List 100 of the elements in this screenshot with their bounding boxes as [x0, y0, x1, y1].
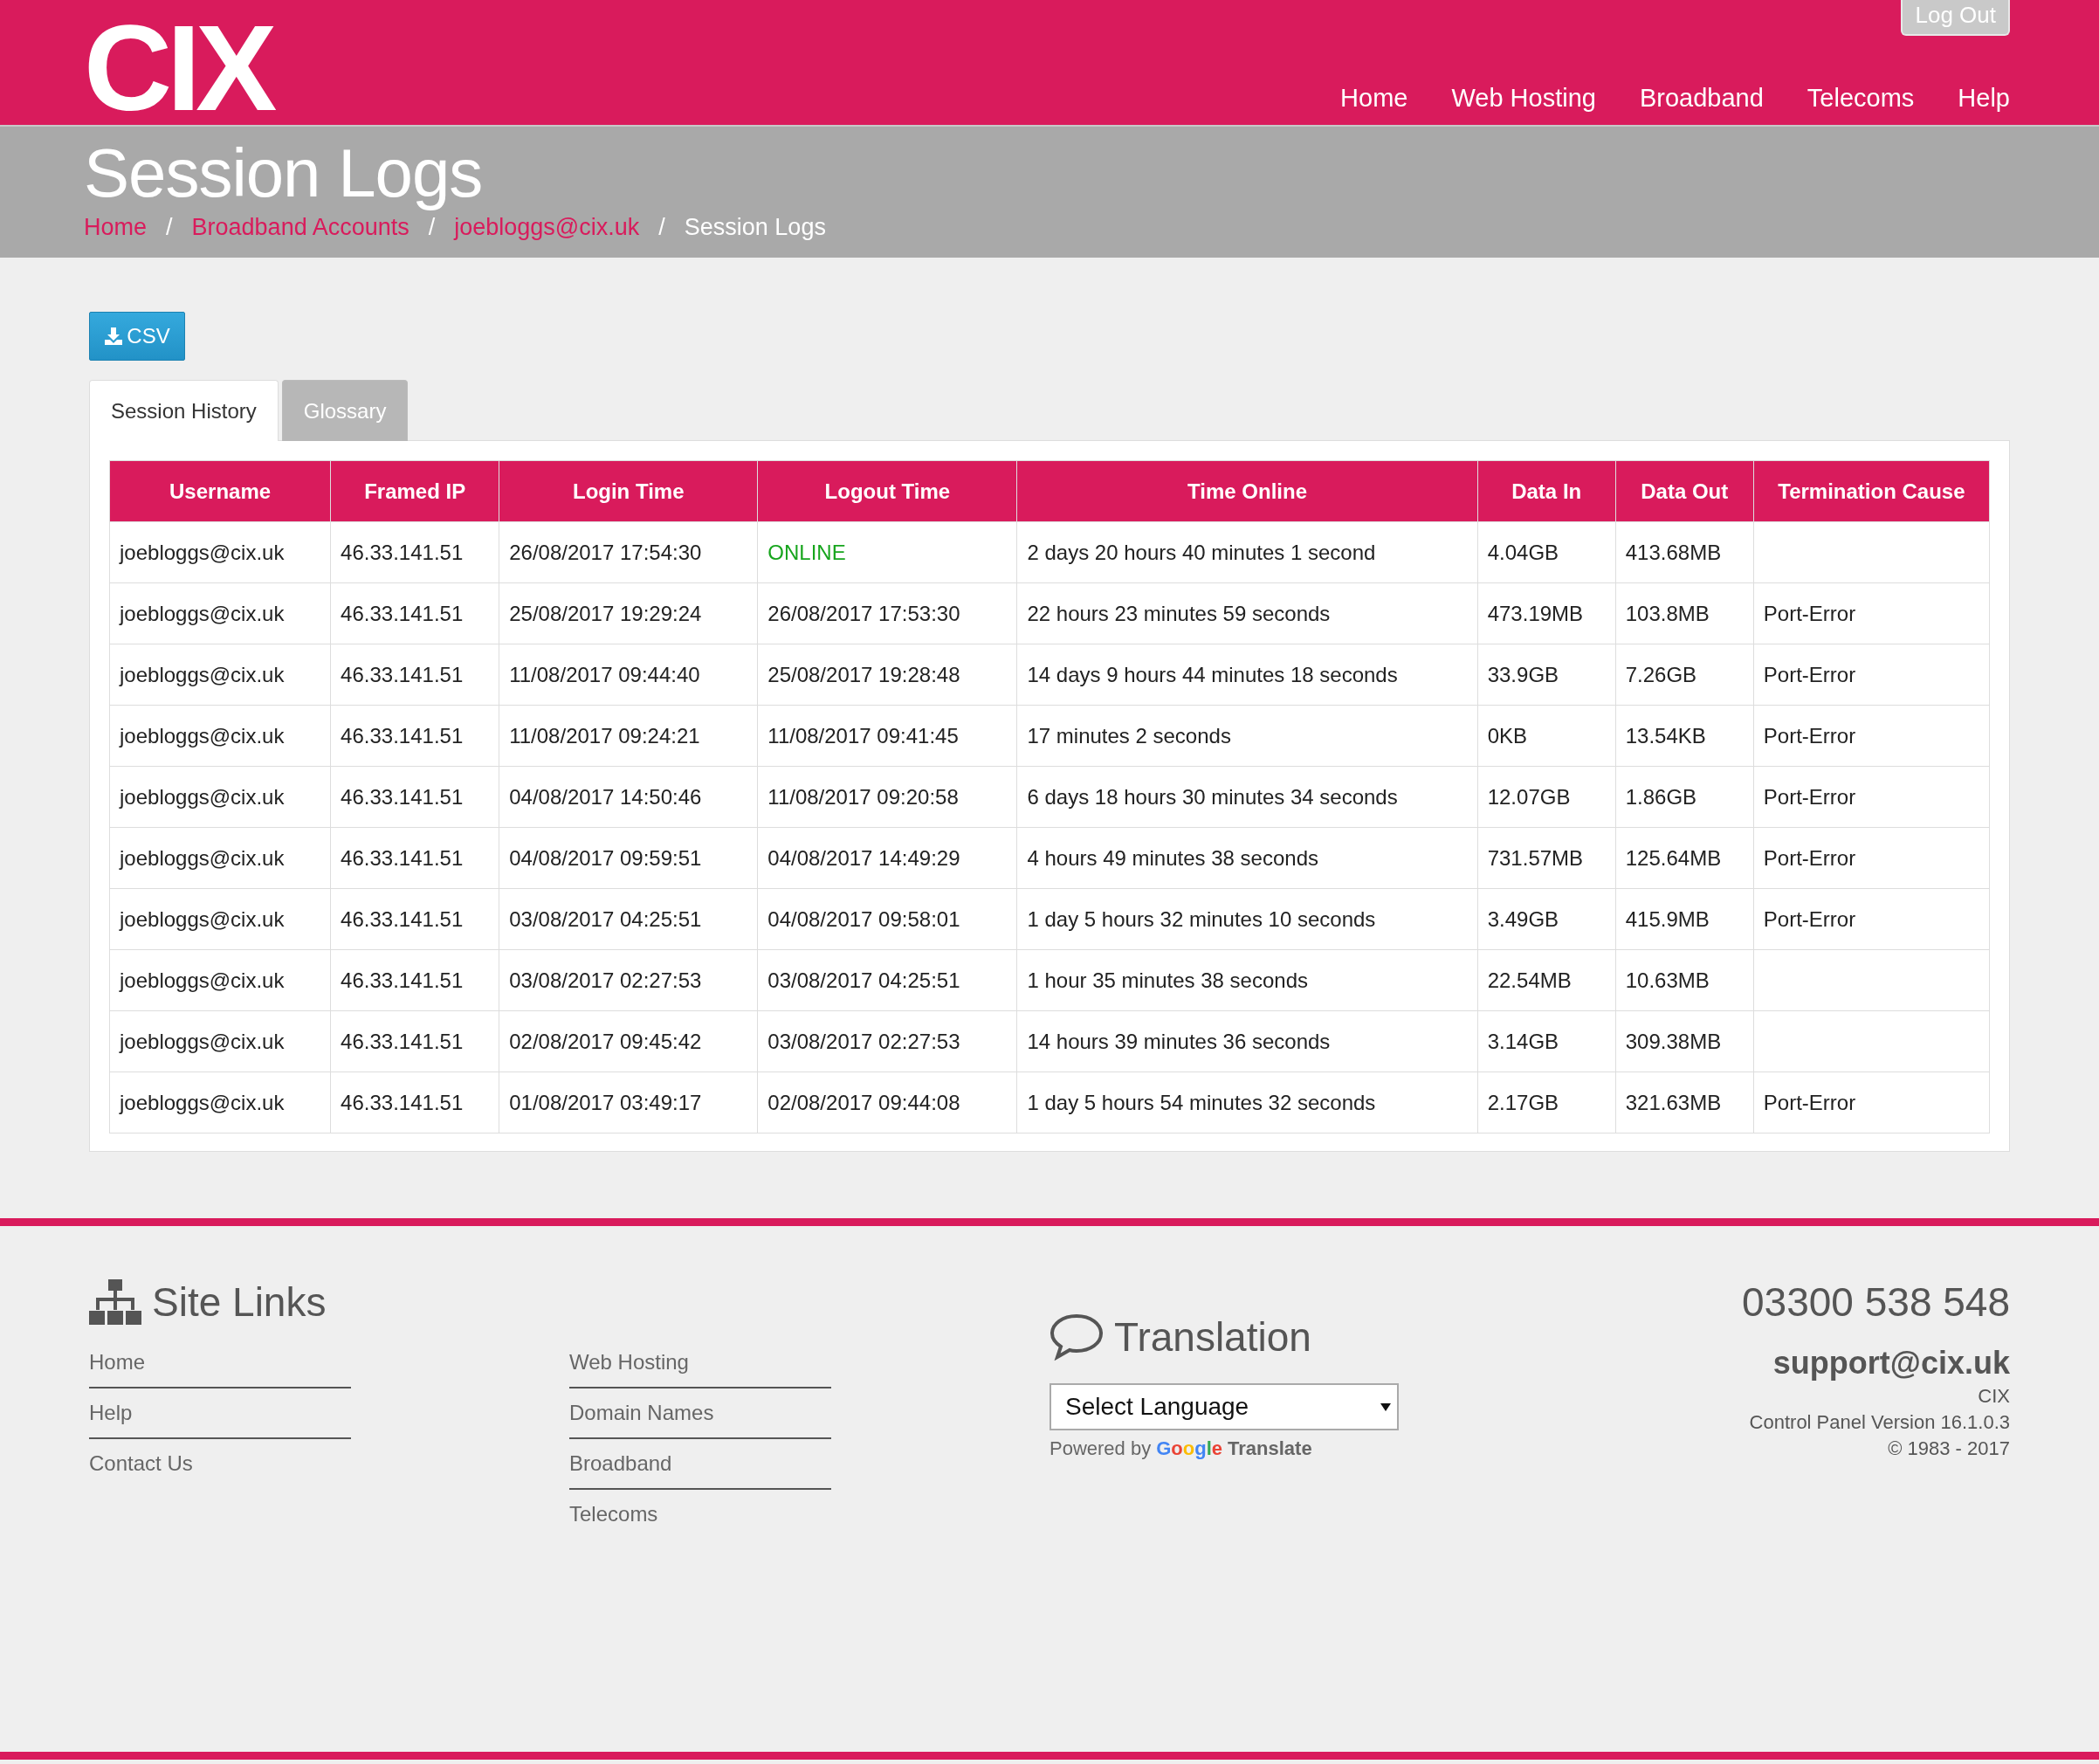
- table-cell: 7.26GB: [1615, 644, 1754, 706]
- column-header: Data Out: [1615, 460, 1754, 522]
- nav-link[interactable]: Telecoms: [1807, 84, 1915, 113]
- table-cell: 03/08/2017 04:25:51: [499, 888, 758, 950]
- logo: CIX: [84, 7, 272, 125]
- table-cell: Port-Error: [1753, 1071, 1990, 1134]
- table-cell: 473.19MB: [1477, 582, 1616, 644]
- table-cell: 04/08/2017 14:49:29: [757, 827, 1017, 889]
- table-cell: 46.33.141.51: [330, 582, 499, 644]
- table-cell: Port-Error: [1753, 827, 1990, 889]
- table-cell: 1 day 5 hours 54 minutes 32 seconds: [1016, 1071, 1478, 1134]
- table-cell: 46.33.141.51: [330, 1010, 499, 1072]
- table-cell: joebloggs@cix.uk: [109, 1010, 331, 1072]
- table-cell: 46.33.141.51: [330, 888, 499, 950]
- table-cell: 1 day 5 hours 32 minutes 10 seconds: [1016, 888, 1478, 950]
- table-cell: 125.64MB: [1615, 827, 1754, 889]
- table-cell: 46.33.141.51: [330, 1071, 499, 1134]
- table-cell: 03/08/2017 02:27:53: [499, 949, 758, 1011]
- table-cell: 11/08/2017 09:20:58: [757, 766, 1017, 828]
- phone-number: 03300 538 548: [1742, 1278, 2010, 1326]
- google-logo: Google: [1156, 1437, 1223, 1460]
- footer-link[interactable]: Contact Us: [89, 1439, 351, 1476]
- csv-download-button[interactable]: CSV: [89, 312, 185, 361]
- table-cell: 321.63MB: [1615, 1071, 1754, 1134]
- table-cell: 25/08/2017 19:29:24: [499, 582, 758, 644]
- table-cell: 2 days 20 hours 40 minutes 1 second: [1016, 521, 1478, 583]
- column-header: Logout Time: [757, 460, 1017, 522]
- table-cell: 26/08/2017 17:53:30: [757, 582, 1017, 644]
- breadcrumb-separator: /: [658, 214, 665, 241]
- column-header: Framed IP: [330, 460, 499, 522]
- table-cell: 01/08/2017 03:49:17: [499, 1071, 758, 1134]
- sitemap-icon: [89, 1279, 141, 1325]
- nav-link[interactable]: Home: [1340, 84, 1408, 113]
- table-cell: 415.9MB: [1615, 888, 1754, 950]
- table-cell: 4.04GB: [1477, 521, 1616, 583]
- breadcrumb-separator: /: [428, 214, 436, 241]
- powered-by-text: Powered by: [1050, 1437, 1152, 1460]
- nav-link[interactable]: Broadband: [1639, 84, 1764, 113]
- column-header: Data In: [1477, 460, 1616, 522]
- nav-link[interactable]: Help: [1958, 84, 2010, 113]
- table-cell: 14 days 9 hours 44 minutes 18 seconds: [1016, 644, 1478, 706]
- table-cell: 46.33.141.51: [330, 827, 499, 889]
- footer-link[interactable]: Domain Names: [569, 1388, 831, 1439]
- current-page-text: Session Logs: [684, 214, 826, 241]
- table-cell: joebloggs@cix.uk: [109, 827, 331, 889]
- table-cell: 3.14GB: [1477, 1010, 1616, 1072]
- table-cell: joebloggs@cix.uk: [109, 766, 331, 828]
- table-cell: 731.57MB: [1477, 827, 1616, 889]
- table-cell: 413.68MB: [1615, 521, 1754, 583]
- table-cell: 04/08/2017 09:58:01: [757, 888, 1017, 950]
- table-cell: 12.07GB: [1477, 766, 1616, 828]
- table-cell: 2.17GB: [1477, 1071, 1616, 1134]
- table-cell: 26/08/2017 17:54:30: [499, 521, 758, 583]
- table-cell: 0KB: [1477, 705, 1616, 767]
- table-cell: 22.54MB: [1477, 949, 1616, 1011]
- column-header: Termination Cause: [1753, 460, 1990, 522]
- table-cell: 1.86GB: [1615, 766, 1754, 828]
- table-cell: 11/08/2017 09:41:45: [757, 705, 1017, 767]
- table-cell: 03/08/2017 04:25:51: [757, 949, 1017, 1011]
- table-cell: 17 minutes 2 seconds: [1016, 705, 1478, 767]
- nav-link[interactable]: Web Hosting: [1451, 84, 1596, 113]
- table-cell: 03/08/2017 02:27:53: [757, 1010, 1017, 1072]
- translate-link[interactable]: Translate: [1228, 1437, 1312, 1460]
- table-cell: 46.33.141.51: [330, 949, 499, 1011]
- column-header: Username: [109, 460, 331, 522]
- caret-icon: [1380, 1402, 1392, 1412]
- email-link[interactable]: support@cix.uk: [1772, 1345, 2010, 1382]
- table-cell: 02/08/2017 09:44:08: [757, 1071, 1017, 1134]
- table-cell: 14 hours 39 minutes 36 seconds: [1016, 1010, 1478, 1072]
- footer-heading: Translation: [1114, 1313, 1311, 1361]
- table-cell: 10.63MB: [1615, 949, 1754, 1011]
- tab[interactable]: Session History: [89, 380, 279, 441]
- table-cell: 11/08/2017 09:44:40: [499, 644, 758, 706]
- table-cell: 46.33.141.51: [330, 766, 499, 828]
- table-cell: Port-Error: [1753, 582, 1990, 644]
- table-cell: 33.9GB: [1477, 644, 1616, 706]
- table-cell: joebloggs@cix.uk: [109, 949, 331, 1011]
- column-header: Time Online: [1016, 460, 1478, 522]
- column-header: Login Time: [499, 460, 758, 522]
- footer-link[interactable]: Broadband: [569, 1439, 831, 1490]
- footer-link[interactable]: Web Hosting: [569, 1338, 831, 1388]
- table-cell: 4 hours 49 minutes 38 seconds: [1016, 827, 1478, 889]
- footer-link[interactable]: Help: [89, 1388, 351, 1439]
- table-cell: Port-Error: [1753, 766, 1990, 828]
- table-cell: 6 days 18 hours 30 minutes 34 seconds: [1016, 766, 1478, 828]
- breadcrumb-separator: /: [166, 214, 173, 241]
- table-cell: joebloggs@cix.uk: [109, 644, 331, 706]
- footer-link[interactable]: Home: [89, 1338, 351, 1388]
- table-cell: 1 hour 35 minutes 38 seconds: [1016, 949, 1478, 1011]
- table-cell: Port-Error: [1753, 888, 1990, 950]
- table-cell: 22 hours 23 minutes 59 seconds: [1016, 582, 1478, 644]
- footer-heading: Site Links: [152, 1278, 327, 1326]
- table-cell: 04/08/2017 09:59:51: [499, 827, 758, 889]
- table-cell: 103.8MB: [1615, 582, 1754, 644]
- language-select[interactable]: Select Language: [1050, 1383, 1399, 1430]
- table-cell: 46.33.141.51: [330, 521, 499, 583]
- version-text: Control Panel Version 16.1.0.3: [1749, 1411, 2010, 1434]
- footer-link[interactable]: Telecoms: [569, 1490, 831, 1526]
- table-cell: 309.38MB: [1615, 1010, 1754, 1072]
- table-cell: Port-Error: [1753, 705, 1990, 767]
